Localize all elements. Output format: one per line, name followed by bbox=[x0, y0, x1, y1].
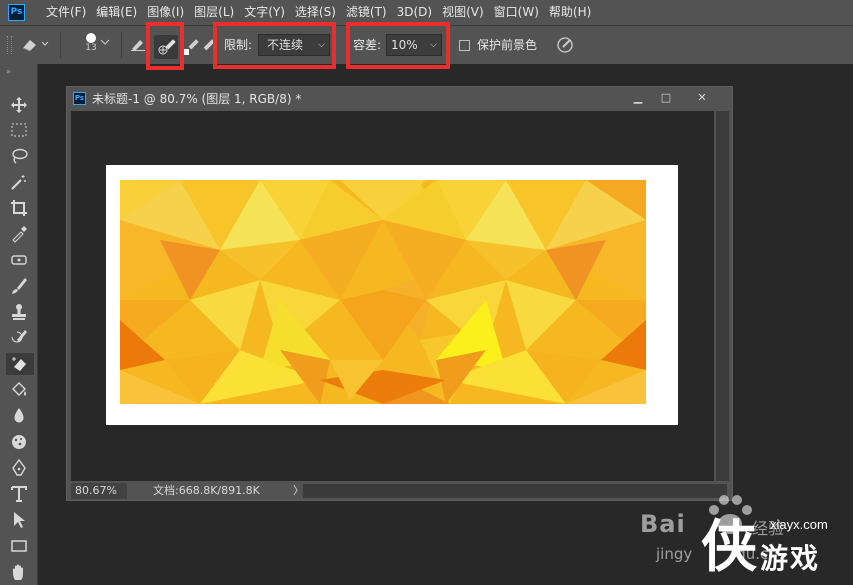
watermark-game: 游戏 bbox=[760, 542, 821, 575]
highlight-box-sampling bbox=[146, 22, 184, 70]
chevron-down-icon[interactable] bbox=[100, 38, 110, 49]
zoom-level-field[interactable]: 80.67% bbox=[71, 483, 127, 499]
type-icon bbox=[11, 486, 27, 502]
brush-tool[interactable] bbox=[8, 275, 30, 297]
tool-preset-picker[interactable] bbox=[20, 34, 50, 58]
sampling-once-icon[interactable] bbox=[181, 35, 201, 61]
status-bar: 80.67% 文档:668.8K/891.8K 〉 bbox=[71, 482, 727, 500]
highlight-box-limit bbox=[213, 22, 336, 69]
rectangle-icon bbox=[11, 540, 27, 552]
eraser-tool-preset-icon bbox=[22, 40, 49, 52]
pressure-size-icon[interactable] bbox=[555, 35, 575, 59]
protect-foreground-checkbox[interactable] bbox=[459, 40, 470, 51]
document-title-bar[interactable]: Ps 未标题-1 @ 80.7% (图层 1, RGB/8) * ▁ □ ✕ bbox=[67, 87, 732, 109]
sampling-brush-icon[interactable] bbox=[130, 36, 146, 56]
path-select-icon bbox=[14, 512, 25, 528]
sponge-tool[interactable] bbox=[8, 431, 30, 453]
hand-icon bbox=[13, 564, 23, 580]
hand-tool[interactable] bbox=[8, 561, 30, 583]
separator bbox=[60, 32, 61, 58]
low-poly-image[interactable] bbox=[120, 180, 646, 404]
eyedropper-icon bbox=[12, 226, 27, 243]
lasso-tool[interactable] bbox=[8, 145, 30, 167]
move-icon bbox=[11, 97, 27, 113]
crop-icon bbox=[11, 200, 27, 216]
stamp-icon bbox=[12, 304, 26, 320]
lasso-icon bbox=[12, 148, 28, 164]
blur-tool[interactable] bbox=[8, 405, 30, 427]
paint-bucket-tool[interactable] bbox=[8, 379, 30, 401]
watermark-logo: 侠 bbox=[701, 515, 757, 580]
paint-bucket-icon bbox=[12, 382, 26, 396]
vertical-scrollbar[interactable] bbox=[716, 111, 729, 481]
watermark-jingy: jingy bbox=[656, 545, 693, 563]
options-bar: 13 限制: 不连续 ⌵ 容差: 10% ⌵ 保护前景色 bbox=[0, 22, 853, 70]
toolbar-collapse-icon[interactable]: » bbox=[6, 67, 11, 76]
horizontal-scrollbar[interactable] bbox=[303, 484, 727, 498]
highlight-box-tolerance bbox=[346, 22, 450, 69]
magic-wand-icon bbox=[11, 175, 26, 190]
watermark-baidu: Bai bbox=[640, 510, 686, 538]
healing-tool[interactable] bbox=[8, 249, 30, 271]
menu-help[interactable]: 帮助(H) bbox=[549, 0, 598, 25]
minimize-button[interactable]: ▁ bbox=[623, 89, 653, 106]
pen-tool[interactable] bbox=[8, 457, 30, 479]
magic-wand-tool[interactable] bbox=[8, 171, 30, 193]
eyedropper-tool[interactable] bbox=[8, 223, 30, 245]
protect-foreground-label: 保护前景色 bbox=[477, 38, 538, 52]
menu-window[interactable]: 窗口(W) bbox=[494, 0, 546, 25]
history-brush-tool[interactable] bbox=[8, 327, 30, 349]
document-title: 未标题-1 @ 80.7% (图层 1, RGB/8) * bbox=[92, 92, 302, 106]
tools-panel: » bbox=[0, 64, 38, 585]
pen-icon bbox=[12, 459, 26, 476]
maximize-button[interactable]: □ bbox=[651, 89, 681, 106]
brush-icon bbox=[12, 278, 27, 294]
separator bbox=[121, 32, 122, 58]
minimize-icon: ▁ bbox=[633, 91, 643, 104]
watermark-site: xiayx.com bbox=[770, 517, 828, 532]
menu-edit[interactable]: 编辑(E) bbox=[96, 0, 144, 25]
photoshop-logo: Ps bbox=[8, 4, 25, 21]
sponge-icon bbox=[12, 435, 26, 449]
document-info: 文档:668.8K/891.8K bbox=[153, 484, 260, 497]
blur-icon bbox=[14, 408, 24, 423]
marquee-icon bbox=[11, 123, 27, 137]
crop-tool[interactable] bbox=[8, 197, 30, 219]
healing-icon bbox=[11, 255, 27, 265]
move-tool[interactable] bbox=[8, 94, 30, 116]
rectangle-tool[interactable] bbox=[8, 535, 30, 557]
stamp-tool[interactable] bbox=[8, 301, 30, 323]
path-select-tool[interactable] bbox=[8, 509, 30, 531]
photoshop-doc-icon: Ps bbox=[73, 92, 86, 105]
background-eraser-tool[interactable] bbox=[6, 353, 34, 375]
background-eraser-icon bbox=[12, 357, 26, 371]
close-icon: ✕ bbox=[697, 91, 707, 104]
type-tool[interactable] bbox=[8, 483, 30, 505]
history-brush-icon bbox=[11, 330, 27, 343]
close-button[interactable]: ✕ bbox=[687, 89, 717, 106]
marquee-tool[interactable] bbox=[8, 119, 30, 141]
options-grip[interactable] bbox=[7, 36, 12, 54]
maximize-icon: □ bbox=[660, 91, 672, 104]
menu-file[interactable]: 文件(F) bbox=[46, 0, 93, 25]
brush-dot-icon bbox=[86, 33, 96, 43]
